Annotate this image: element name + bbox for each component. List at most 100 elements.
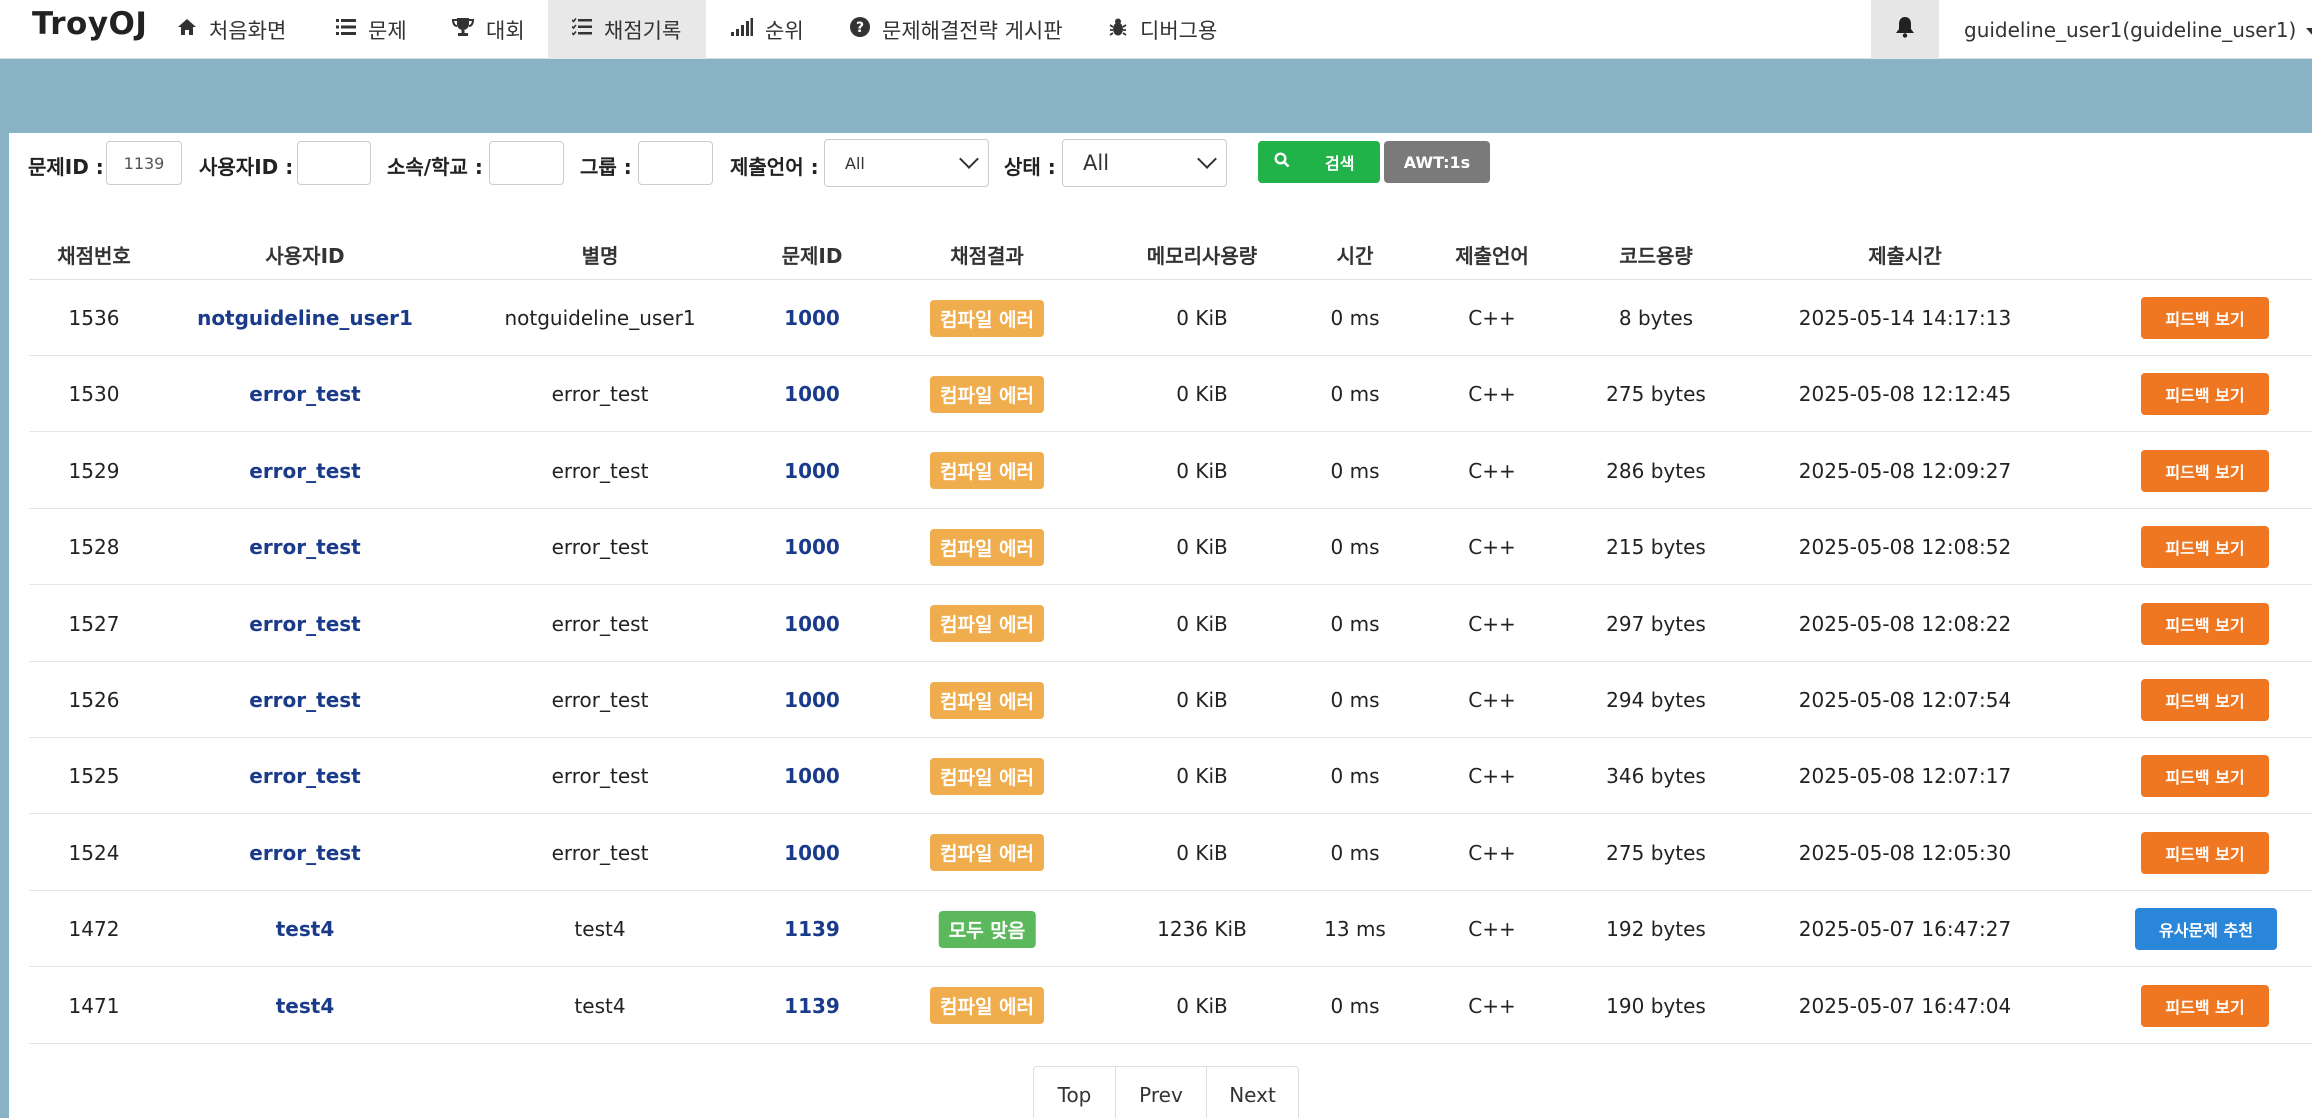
problem-id-link[interactable]: 1139 <box>784 917 840 941</box>
memory-cell: 0 KiB <box>1176 840 1228 865</box>
problem-id-link[interactable]: 1000 <box>784 841 840 865</box>
user-id-link-wrap: error_test <box>249 509 360 585</box>
code-size-cell-wrap: 286 bytes <box>1606 433 1706 509</box>
problem-id-link[interactable]: 1000 <box>784 382 840 406</box>
feedback-button[interactable]: 피드백 보기 <box>2141 831 2269 874</box>
language-cell-wrap: C++ <box>1468 738 1515 814</box>
nickname-cell: error_test <box>551 688 649 712</box>
submitted-time-cell-wrap: 2025-05-08 12:08:52 <box>1799 509 2011 585</box>
problem-id-link[interactable]: 1000 <box>784 688 840 712</box>
search-button-label: 검색 <box>1325 154 1355 173</box>
nickname-cell: error_test <box>551 382 649 407</box>
result-badge-wrap: 컴파일 에러 <box>929 968 1045 1044</box>
time-cell-wrap: 0 ms <box>1331 738 1380 814</box>
status-select[interactable]: All <box>1062 139 1227 187</box>
language-cell: C++ <box>1468 535 1516 560</box>
page-prev-button[interactable]: Prev <box>1116 1067 1207 1118</box>
feedback-button[interactable]: 피드백 보기 <box>2141 984 2269 1027</box>
memory-cell: 0 KiB <box>1176 764 1228 789</box>
group-input[interactable] <box>638 141 713 185</box>
col-header-memory: 메모리사용량 <box>1146 243 1258 268</box>
nav-item-home[interactable]: 처음화면 <box>177 0 286 59</box>
submitted-time-cell: 2025-05-08 12:08:22 <box>1798 611 2012 636</box>
nickname-cell-wrap: error_test <box>552 738 649 814</box>
nav-item-strategy-board[interactable]: ? 문제해결전략 게시판 <box>850 0 1063 59</box>
user-id-input[interactable] <box>297 141 371 185</box>
memory-cell: 0 KiB <box>1176 611 1228 636</box>
problem-id-link[interactable]: 1000 <box>784 764 840 788</box>
problem-id-link[interactable]: 1000 <box>784 535 840 559</box>
nav-item-ranking[interactable]: 순위 <box>731 0 804 59</box>
problem-id-link[interactable]: 1139 <box>784 994 840 1018</box>
submitted-time-cell: 2025-05-08 12:05:30 <box>1798 840 2012 865</box>
nav-label-status: 채점기록 <box>604 18 682 43</box>
feedback-button[interactable]: 피드백 보기 <box>2141 755 2269 798</box>
nickname-cell: error_test <box>551 458 649 483</box>
user-id-link[interactable]: error_test <box>249 382 360 406</box>
nav-label-ranking: 순위 <box>765 18 804 43</box>
feedback-button[interactable]: 피드백 보기 <box>2141 449 2269 492</box>
user-id-link[interactable]: error_test <box>249 764 360 788</box>
problem-id-link[interactable]: 1000 <box>784 306 840 330</box>
code-size-cell-wrap: 275 bytes <box>1606 815 1706 891</box>
user-id-link[interactable]: test4 <box>276 917 335 941</box>
nav-item-contests[interactable]: 대회 <box>451 0 525 59</box>
problem-id-link-wrap: 1000 <box>784 738 840 814</box>
problem-id-link[interactable]: 1000 <box>784 612 840 636</box>
group-label: 그룹 : <box>580 155 632 179</box>
code-size-cell: 8 bytes <box>1618 306 1694 330</box>
user-id-link[interactable]: notguideline_user1 <box>197 306 413 330</box>
problem-id-link-wrap: 1000 <box>784 509 840 585</box>
feedback-button[interactable]: 피드백 보기 <box>2141 373 2269 416</box>
nav-label-contests: 대회 <box>486 18 525 43</box>
submitted-time-cell-wrap: 2025-05-07 16:47:27 <box>1799 891 2011 967</box>
result-badge: 컴파일 에러 <box>929 757 1045 795</box>
feedback-button[interactable]: 피드백 보기 <box>2141 602 2269 645</box>
result-badge: 컴파일 에러 <box>929 299 1045 337</box>
page-next-button[interactable]: Next <box>1207 1067 1298 1118</box>
user-id-link[interactable]: error_test <box>249 459 360 483</box>
language-cell-wrap: C++ <box>1468 968 1515 1044</box>
problem-id-link[interactable]: 1000 <box>784 459 840 483</box>
nickname-cell: error_test <box>551 840 649 865</box>
judge-id-cell: 1527 <box>68 611 120 636</box>
problem-id-label: 문제ID : <box>28 155 104 179</box>
notification-button[interactable] <box>1871 0 1939 59</box>
status-select-value: All <box>1083 151 1110 175</box>
result-badge: 컴파일 에러 <box>929 528 1045 566</box>
brand-logo[interactable]: TroyOJ <box>32 6 147 42</box>
memory-cell-wrap: 1236 KiB <box>1157 891 1247 967</box>
nav-item-debug[interactable]: 디버그용 <box>1108 0 1217 59</box>
tasks-icon <box>571 17 592 41</box>
similar-problem-button[interactable]: 유사문제 추천 <box>2135 908 2277 951</box>
nickname-cell-wrap: test4 <box>574 968 625 1044</box>
feedback-button[interactable]: 피드백 보기 <box>2141 297 2269 339</box>
user-id-link[interactable]: error_test <box>249 688 360 712</box>
feedback-button[interactable]: 피드백 보기 <box>2141 679 2269 721</box>
school-input[interactable] <box>489 141 564 185</box>
svg-text:?: ? <box>856 20 864 36</box>
caret-down-icon <box>2306 18 2312 42</box>
judge-id-cell-wrap: 1530 <box>69 356 120 432</box>
submitted-time-cell: 2025-05-08 12:08:52 <box>1798 535 2012 560</box>
search-button[interactable]: 검색 <box>1258 141 1380 183</box>
table-row: 1472 test4 test4 1139 모두 맞음 1236 KiB 13 ms C++ 1… <box>29 891 2312 968</box>
memory-cell-wrap: 0 KiB <box>1176 738 1227 814</box>
language-select[interactable]: All <box>824 139 989 187</box>
user-id-link[interactable]: error_test <box>249 612 360 636</box>
user-menu[interactable]: guideline_user1(guideline_user1) <box>1964 0 2312 59</box>
time-cell: 0 ms <box>1330 764 1380 789</box>
user-id-link[interactable]: error_test <box>249 535 360 559</box>
home-icon <box>177 17 197 42</box>
code-size-cell: 286 bytes <box>1606 458 1706 483</box>
nav-item-problems[interactable]: 문제 <box>336 0 407 59</box>
submitted-time-cell: 2025-05-08 12:12:45 <box>1798 382 2012 407</box>
user-id-link[interactable]: test4 <box>276 994 335 1018</box>
user-id-link[interactable]: error_test <box>249 841 360 865</box>
feedback-button[interactable]: 피드백 보기 <box>2141 526 2269 569</box>
nav-item-status[interactable]: 채점기록 <box>548 0 706 59</box>
problem-id-input[interactable]: 1139 <box>106 141 182 185</box>
awt-button[interactable]: AWT:1s <box>1384 141 1490 183</box>
language-cell: C++ <box>1468 306 1516 330</box>
page-top-button[interactable]: Top <box>1034 1067 1116 1118</box>
